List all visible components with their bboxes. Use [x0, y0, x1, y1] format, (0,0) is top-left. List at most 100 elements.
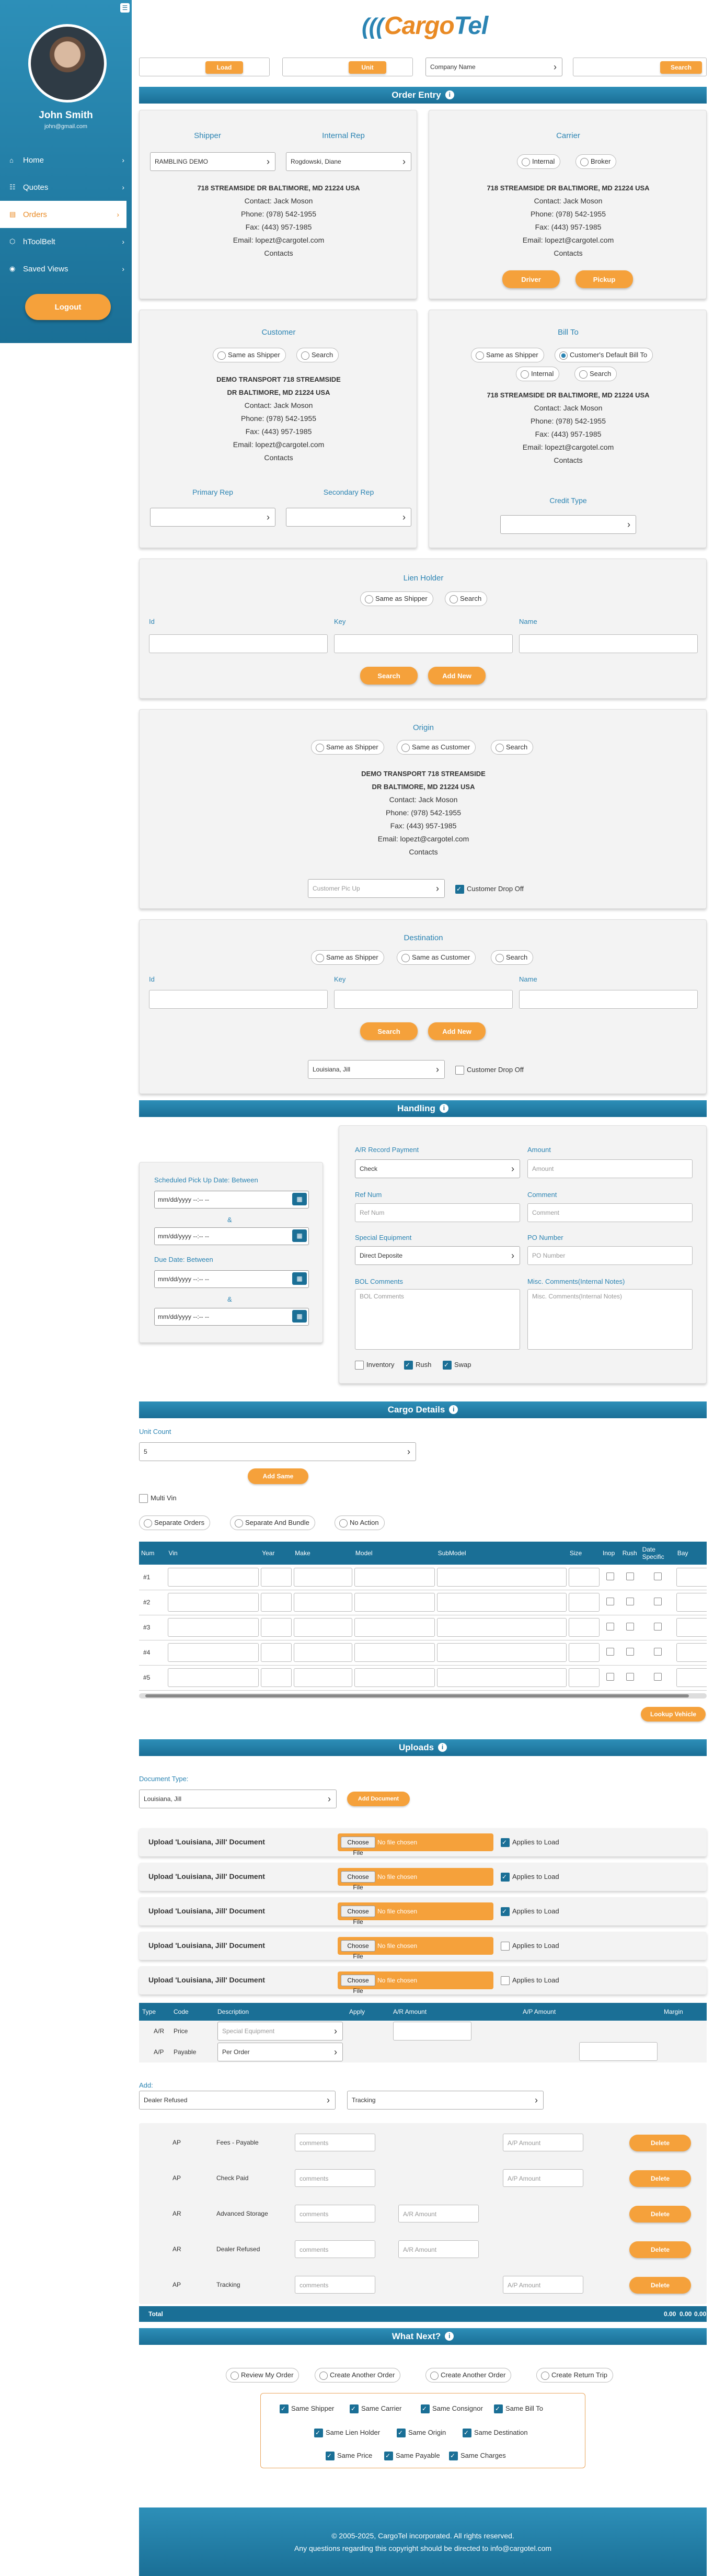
file-input[interactable]: Choose File No file chosen [338, 1833, 493, 1856]
delete-button[interactable]: Delete [629, 2206, 691, 2222]
vin-input[interactable] [167, 1668, 259, 1687]
unit-count-select[interactable]: 5 [139, 1442, 416, 1461]
comments-input[interactable]: comments [295, 2169, 375, 2187]
sidebar-item-orders[interactable]: ▤ Orders › [0, 201, 126, 228]
inop-checkbox[interactable] [606, 1648, 615, 1656]
lien-same-as-shipper-radio[interactable]: Same as Shipper [360, 591, 433, 606]
separate-orders-radio[interactable]: Separate Orders [139, 1515, 211, 1530]
choose-file-button[interactable]: Choose File [341, 1906, 375, 1925]
sidebar-item-saved-views[interactable]: ◉ Saved Views › [0, 255, 132, 282]
contacts-link[interactable]: Contacts [429, 454, 707, 467]
contacts-link[interactable]: Contacts [140, 846, 707, 859]
collapse-sidebar-icon[interactable]: ☰ [120, 3, 130, 13]
sidebar-item-home[interactable]: ⌂ Home › [0, 146, 132, 174]
applies-to-load-checkbox[interactable]: Applies to Load [501, 1907, 559, 1916]
lien-add-new-button[interactable]: Add New [428, 667, 486, 685]
submodel-input[interactable] [436, 1618, 567, 1637]
same-shipper-checkbox[interactable]: Same Shipper [280, 2404, 334, 2413]
year-input[interactable] [261, 1643, 292, 1662]
search-button[interactable]: Search [660, 61, 702, 74]
submodel-input[interactable] [436, 1643, 567, 1662]
shipper-select[interactable]: RAMBLING DEMO [150, 152, 275, 171]
date-specific-checkbox[interactable] [653, 1623, 662, 1631]
year-input[interactable] [261, 1668, 292, 1687]
choose-file-button[interactable]: Choose File [341, 1940, 375, 1960]
horizontal-scrollbar[interactable] [139, 1693, 707, 1699]
make-input[interactable] [294, 1618, 352, 1637]
calendar-icon[interactable]: ▦ [292, 1310, 307, 1323]
due-end-date-input[interactable]: mm/dd/yyyy --:-- -- [154, 1308, 309, 1326]
same-charges-checkbox[interactable]: Same Charges [449, 2451, 506, 2460]
model-input[interactable] [354, 1643, 435, 1662]
applies-to-load-checkbox[interactable]: Applies to Load [501, 1941, 559, 1951]
bay-input[interactable] [676, 1643, 707, 1662]
comments-input[interactable]: comments [295, 2276, 375, 2294]
vin-input[interactable] [167, 1618, 259, 1637]
year-input[interactable] [261, 1618, 292, 1637]
ap-amount-input[interactable]: A/P Amount [503, 2169, 583, 2187]
same-price-checkbox[interactable]: Same Price [326, 2451, 372, 2460]
ar-record-payment-select[interactable]: Check [355, 1159, 520, 1178]
vin-input[interactable] [167, 1567, 259, 1587]
applies-to-load-checkbox[interactable]: Applies to Load [501, 1838, 559, 1847]
create-another-order-2-radio[interactable]: Create Another Order [425, 2368, 512, 2383]
file-input[interactable]: Choose File No file chosen [338, 1868, 493, 1891]
lien-search-radio[interactable]: Search [445, 591, 488, 606]
same-destination-checkbox[interactable]: Same Destination [463, 2428, 528, 2437]
make-input[interactable] [294, 1567, 352, 1587]
make-input[interactable] [294, 1668, 352, 1687]
file-input[interactable]: Choose File No file chosen [338, 1971, 493, 1994]
info-icon[interactable]: i [439, 1104, 448, 1113]
comment-input[interactable]: Comment [527, 1203, 693, 1222]
review-my-order-radio[interactable]: Review My Order [226, 2368, 300, 2383]
contacts-link[interactable]: Contacts [140, 451, 418, 464]
pickup-start-date-input[interactable]: mm/dd/yyyy --:-- -- [154, 1191, 309, 1209]
dest-same-as-customer-radio[interactable]: Same as Customer [397, 950, 476, 965]
create-another-order-radio[interactable]: Create Another Order [315, 2368, 401, 2383]
size-input[interactable] [568, 1643, 600, 1662]
delete-button[interactable]: Delete [629, 2135, 691, 2151]
model-input[interactable] [354, 1593, 435, 1612]
same-lien-holder-checkbox[interactable]: Same Lien Holder [314, 2428, 380, 2437]
search-field[interactable]: Search [573, 58, 707, 76]
calendar-icon[interactable]: ▦ [292, 1272, 307, 1285]
carrier-internal-radio[interactable]: Internal [517, 154, 561, 169]
add-charge-select-1[interactable]: Dealer Refused [139, 2091, 336, 2110]
date-specific-checkbox[interactable] [653, 1648, 662, 1656]
pickup-end-date-input[interactable]: mm/dd/yyyy --:-- -- [154, 1227, 309, 1245]
delete-button[interactable]: Delete [629, 2241, 691, 2258]
inop-checkbox[interactable] [606, 1623, 615, 1631]
date-specific-checkbox[interactable] [653, 1572, 662, 1580]
dest-search-button[interactable]: Search [360, 1022, 418, 1040]
separate-and-bundle-radio[interactable]: Separate And Bundle [230, 1515, 315, 1530]
driver-button[interactable]: Driver [502, 270, 560, 288]
internal-rep-select[interactable]: Rogdowski, Diane [286, 152, 411, 171]
rush-checkbox[interactable] [626, 1673, 635, 1681]
billto-internal-radio[interactable]: Internal [516, 367, 560, 381]
load-field[interactable]: Load [139, 58, 270, 76]
ar-amount-input[interactable]: A/R Amount [398, 2240, 479, 2258]
info-icon[interactable]: i [445, 90, 454, 99]
ref-num-input[interactable]: Ref Num [355, 1203, 520, 1222]
create-return-trip-radio[interactable]: Create Return Trip [536, 2368, 613, 2383]
ar-amount-input[interactable]: A/R Amount [398, 2205, 479, 2222]
inventory-checkbox[interactable]: Inventory [355, 1360, 394, 1370]
bol-comments-textarea[interactable]: BOL Comments [355, 1289, 520, 1350]
customer-search-radio[interactable]: Search [296, 348, 339, 362]
bay-input[interactable] [676, 1668, 707, 1687]
year-input[interactable] [261, 1593, 292, 1612]
submodel-input[interactable] [436, 1567, 567, 1587]
lookup-vehicle-button[interactable]: Lookup Vehicle [641, 1707, 706, 1722]
due-start-date-input[interactable]: mm/dd/yyyy --:-- -- [154, 1270, 309, 1288]
unit-field[interactable]: Unit [282, 58, 413, 76]
customer-same-as-shipper-radio[interactable]: Same as Shipper [213, 348, 286, 362]
lien-key-input[interactable] [334, 634, 513, 653]
lien-id-input[interactable] [149, 634, 328, 653]
multi-vin-checkbox[interactable]: Multi Vin [139, 1494, 177, 1503]
same-origin-checkbox[interactable]: Same Origin [397, 2428, 446, 2437]
amount-input[interactable]: Amount [527, 1159, 693, 1178]
special-equipment-select[interactable]: Direct Deposite [355, 1246, 520, 1265]
make-input[interactable] [294, 1643, 352, 1662]
delete-button[interactable]: Delete [629, 2277, 691, 2294]
ar-description-select[interactable]: Special Equipment [217, 2022, 343, 2041]
